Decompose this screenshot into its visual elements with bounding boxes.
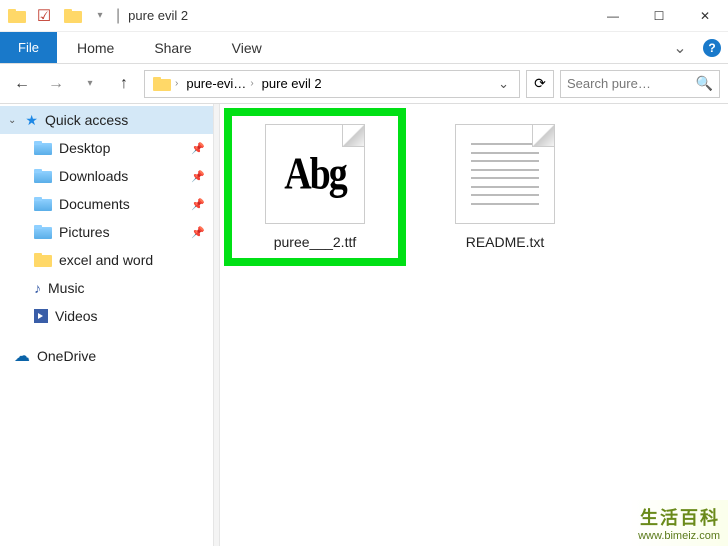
- navbar: ← → ▾ ↑ › pure-evi…› pure evil 2 ⌄ ⟳ Sea…: [0, 64, 728, 104]
- new-folder-icon[interactable]: [64, 8, 80, 24]
- watermark: 生活百科 www.bimeiz.com: [630, 500, 728, 546]
- file-item-text[interactable]: README.txt: [430, 124, 580, 250]
- tab-view[interactable]: View: [212, 32, 282, 63]
- properties-icon[interactable]: ☑: [36, 8, 52, 24]
- sidebar-item-desktop[interactable]: Desktop 📌: [0, 134, 219, 162]
- onedrive-icon: ☁: [14, 346, 30, 366]
- sidebar-item-music[interactable]: ♪ Music: [0, 274, 219, 302]
- videos-icon: [34, 309, 48, 323]
- font-preview-text: Abg: [284, 148, 346, 201]
- sidebar-item-label: Desktop: [59, 140, 110, 156]
- sidebar-item-label: Music: [48, 280, 85, 296]
- file-tab[interactable]: File: [0, 32, 57, 63]
- collapse-icon: ⌄: [8, 115, 16, 126]
- sidebar-quick-access[interactable]: ⌄ ★ Quick access: [0, 106, 219, 134]
- close-button[interactable]: ✕: [682, 0, 728, 32]
- sidebar-quick-access-label: Quick access: [45, 112, 128, 128]
- pin-icon: 📌: [191, 142, 205, 155]
- file-thumbnail: Abg: [265, 124, 365, 224]
- sidebar-item-onedrive[interactable]: ☁ OneDrive: [0, 342, 219, 370]
- file-thumbnail: [455, 124, 555, 224]
- titlebar: ☑ ▾ | pure evil 2 — ☐ ✕: [0, 0, 728, 32]
- search-input[interactable]: Search pure… 🔍: [560, 70, 720, 98]
- search-placeholder: Search pure…: [567, 76, 651, 91]
- downloads-icon: [34, 169, 52, 183]
- file-label: README.txt: [466, 234, 545, 250]
- help-icon: ?: [703, 39, 721, 57]
- breadcrumb-root-icon[interactable]: ›: [149, 77, 182, 91]
- text-lines-icon: [471, 140, 540, 209]
- sidebar-item-excel-and-word[interactable]: excel and word: [0, 246, 219, 274]
- desktop-icon: [34, 141, 52, 155]
- folder-icon: [8, 8, 24, 24]
- breadcrumb-item-0[interactable]: pure-evi…›: [182, 76, 257, 91]
- minimize-button[interactable]: —: [590, 0, 636, 32]
- pictures-icon: [34, 225, 52, 239]
- file-item-font[interactable]: Abg puree___2.ttf: [240, 124, 390, 250]
- sidebar-item-label: OneDrive: [37, 348, 96, 364]
- content-pane[interactable]: Abg puree___2.ttf README.txt: [220, 104, 728, 546]
- ribbon-expand-icon[interactable]: ⌄: [664, 32, 696, 63]
- watermark-line2: www.bimeiz.com: [638, 530, 720, 542]
- maximize-button[interactable]: ☐: [636, 0, 682, 32]
- tab-home[interactable]: Home: [57, 32, 134, 63]
- address-dropdown-icon[interactable]: ⌄: [492, 76, 515, 92]
- star-icon: ★: [25, 112, 38, 129]
- page-fold-icon: [532, 125, 554, 147]
- sidebar-item-label: Downloads: [59, 168, 128, 184]
- sidebar: ▴ ⌄ ★ Quick access Desktop 📌 Downloads 📌…: [0, 104, 220, 546]
- up-button[interactable]: ↑: [110, 70, 138, 98]
- title-separator: |: [116, 7, 120, 25]
- ribbon: File Home Share View ⌄ ?: [0, 32, 728, 64]
- sidebar-item-label: excel and word: [59, 252, 153, 268]
- sidebar-item-label: Videos: [55, 308, 98, 324]
- main-area: ▴ ⌄ ★ Quick access Desktop 📌 Downloads 📌…: [0, 104, 728, 546]
- folder-icon: [34, 253, 52, 267]
- music-icon: ♪: [34, 280, 41, 296]
- file-label: puree___2.ttf: [274, 234, 357, 250]
- recent-locations-button[interactable]: ▾: [76, 70, 104, 98]
- sidebar-item-videos[interactable]: Videos: [0, 302, 219, 330]
- sidebar-item-pictures[interactable]: Pictures 📌: [0, 218, 219, 246]
- back-button[interactable]: ←: [8, 70, 36, 98]
- breadcrumb-item-1[interactable]: pure evil 2: [258, 76, 326, 91]
- forward-button[interactable]: →: [42, 70, 70, 98]
- help-button[interactable]: ?: [696, 32, 728, 63]
- sidebar-item-downloads[interactable]: Downloads 📌: [0, 162, 219, 190]
- pin-icon: 📌: [191, 198, 205, 211]
- window-title: pure evil 2: [128, 8, 188, 23]
- search-icon: 🔍: [696, 75, 713, 92]
- window-controls: — ☐ ✕: [590, 0, 728, 32]
- tab-share[interactable]: Share: [134, 32, 211, 63]
- address-bar[interactable]: › pure-evi…› pure evil 2 ⌄: [144, 70, 520, 98]
- pin-icon: 📌: [191, 226, 205, 239]
- qat-dropdown-icon[interactable]: ▾: [92, 8, 108, 24]
- sidebar-item-label: Pictures: [59, 224, 110, 240]
- sidebar-item-documents[interactable]: Documents 📌: [0, 190, 219, 218]
- pin-icon: 📌: [191, 170, 205, 183]
- refresh-button[interactable]: ⟳: [526, 70, 554, 98]
- page-fold-icon: [342, 125, 364, 147]
- watermark-line1: 生活百科: [638, 504, 720, 530]
- sidebar-item-label: Documents: [59, 196, 130, 212]
- documents-icon: [34, 197, 52, 211]
- quick-access-toolbar: ☑ ▾: [8, 8, 108, 24]
